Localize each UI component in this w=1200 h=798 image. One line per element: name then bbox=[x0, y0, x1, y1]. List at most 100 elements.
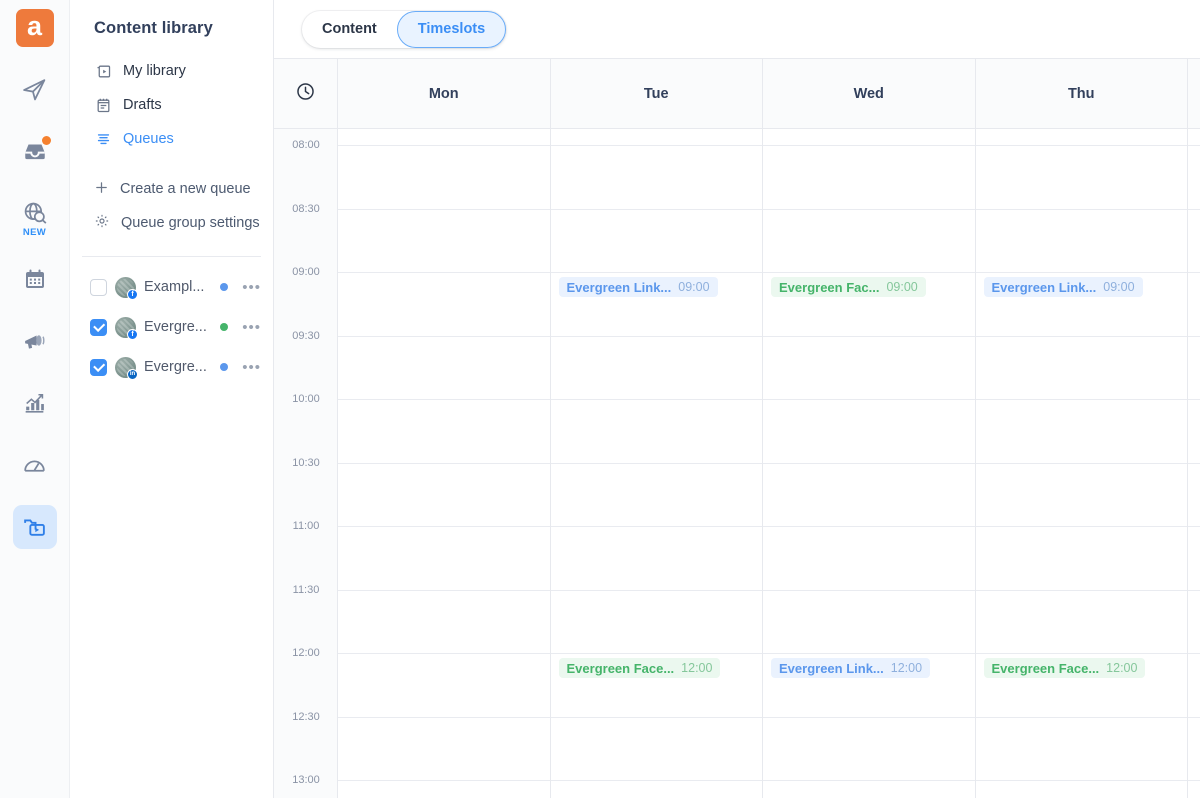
rail-item-calendar[interactable] bbox=[13, 257, 57, 301]
toolbar: Content Timeslots bbox=[274, 0, 1200, 58]
queue-checkbox[interactable] bbox=[90, 358, 107, 376]
time-tick: 11:30 bbox=[292, 583, 320, 596]
queue-list-item[interactable]: in Evergre... ••• bbox=[70, 347, 273, 387]
timeslot-calendar: 08:00 08:30 09:00 09:30 10:00 10:30 11:0… bbox=[274, 58, 1200, 798]
avatar: f bbox=[115, 316, 138, 340]
day-column-next-partial bbox=[1188, 59, 1200, 798]
content-library-icon bbox=[22, 515, 47, 540]
main-panel: Content Timeslots 08:00 08:30 09:00 09:3… bbox=[274, 0, 1200, 798]
timeslot-event[interactable]: Evergreen Link... 09:00 bbox=[558, 277, 718, 297]
page-title: Content library bbox=[94, 19, 213, 37]
timeslot-event[interactable]: Evergreen Fac... 09:00 bbox=[771, 277, 926, 297]
event-time: 09:00 bbox=[678, 280, 710, 294]
time-tick: 12:30 bbox=[292, 710, 320, 723]
event-title: Evergreen Link... bbox=[566, 279, 672, 295]
queue-checkbox[interactable] bbox=[90, 278, 107, 296]
rail-item-listening[interactable]: NEW bbox=[13, 191, 57, 238]
queue-checkbox[interactable] bbox=[90, 318, 107, 336]
bar-chart-icon bbox=[22, 391, 47, 416]
queue-name: Evergre... bbox=[144, 319, 207, 335]
sidebar-item-label: Drafts bbox=[123, 97, 162, 113]
event-time: 09:00 bbox=[1103, 280, 1135, 294]
rail-item-campaigns[interactable] bbox=[13, 319, 57, 363]
day-column-thu: Thu Evergreen Link... 09:00 Evergreen Fa… bbox=[975, 59, 1188, 798]
queue-more-menu-button[interactable]: ••• bbox=[236, 320, 261, 335]
avatar: f bbox=[115, 276, 138, 300]
timeslot-event[interactable]: Evergreen Link... 09:00 bbox=[983, 277, 1143, 297]
timeslot-event[interactable]: Evergreen Face... 12:00 bbox=[983, 658, 1146, 678]
timeslot-event[interactable]: Evergreen Link... 12:00 bbox=[771, 658, 931, 678]
day-header: Tue bbox=[550, 59, 762, 129]
event-title: Evergreen Face... bbox=[566, 660, 675, 676]
event-title: Evergreen Link... bbox=[779, 660, 884, 676]
time-tick: 13:00 bbox=[292, 774, 320, 786]
notepad-icon bbox=[94, 96, 112, 114]
time-gutter: 08:00 08:30 09:00 09:30 10:00 10:30 11:0… bbox=[274, 59, 338, 798]
tab-timeslots[interactable]: Timeslots bbox=[396, 10, 507, 48]
calendar-icon bbox=[23, 267, 47, 291]
avatar: in bbox=[115, 356, 138, 380]
linkedin-badge-icon: in bbox=[127, 368, 138, 380]
icon-rail: a NEW bbox=[0, 0, 70, 798]
app-logo[interactable]: a bbox=[15, 9, 54, 47]
day-header: Wed bbox=[763, 59, 975, 129]
queue-list: f Exampl... ••• f Evergre... ••• in Ever… bbox=[70, 257, 273, 387]
rail-item-content-library[interactable] bbox=[12, 505, 57, 549]
app-root: a NEW Content library My library Drafts … bbox=[0, 0, 1200, 798]
rail-item-inbox[interactable] bbox=[13, 129, 57, 173]
tab-content[interactable]: Content bbox=[302, 11, 397, 48]
queue-more-menu-button[interactable]: ••• bbox=[236, 360, 261, 375]
library-video-icon bbox=[94, 62, 112, 80]
event-title: Evergreen Face... bbox=[991, 660, 1100, 676]
megaphone-icon bbox=[22, 329, 47, 354]
day-header bbox=[1188, 59, 1200, 129]
queue-list-item[interactable]: f Exampl... ••• bbox=[70, 267, 273, 307]
status-dot bbox=[220, 283, 229, 291]
sidebar-item-drafts[interactable]: Drafts bbox=[70, 88, 273, 122]
timeslot-event[interactable]: Evergreen Face... 12:00 bbox=[558, 658, 721, 678]
day-header: Thu bbox=[975, 59, 1187, 129]
sidebar-item-queues[interactable]: Queues bbox=[70, 122, 273, 156]
event-time: 12:00 bbox=[1106, 661, 1138, 675]
queue-lines-icon bbox=[94, 130, 112, 148]
clock-icon bbox=[295, 81, 316, 107]
queue-group-settings-label: Queue group settings bbox=[121, 215, 260, 231]
globe-search-icon bbox=[22, 200, 48, 226]
inbox-unread-badge bbox=[41, 136, 51, 145]
facebook-badge-icon: f bbox=[127, 288, 138, 300]
gear-icon bbox=[94, 213, 110, 233]
create-new-queue-label: Create a new queue bbox=[120, 181, 251, 197]
rail-item-reports[interactable] bbox=[13, 381, 57, 425]
time-tick: 12:00 bbox=[292, 647, 320, 659]
speedometer-icon bbox=[22, 453, 47, 478]
app-logo-letter: a bbox=[26, 10, 43, 41]
content-library-sidebar: Content library My library Drafts Queues… bbox=[70, 0, 274, 798]
queue-group-settings-button[interactable]: Queue group settings bbox=[70, 206, 273, 240]
event-time: 09:00 bbox=[886, 280, 918, 294]
facebook-badge-icon: f bbox=[127, 328, 138, 340]
time-tick: 10:30 bbox=[292, 456, 320, 469]
time-tick: 08:00 bbox=[292, 139, 320, 151]
status-dot bbox=[220, 323, 229, 331]
sidebar-nav: My library Drafts Queues bbox=[70, 54, 273, 156]
queue-name: Exampl... bbox=[144, 279, 205, 295]
time-tick: 10:00 bbox=[292, 393, 320, 405]
time-tick: 11:00 bbox=[292, 520, 320, 532]
event-title: Evergreen Fac... bbox=[779, 279, 880, 295]
day-column-wed: Wed Evergreen Fac... 09:00 Evergreen Lin… bbox=[763, 59, 976, 798]
queue-more-menu-button[interactable]: ••• bbox=[236, 280, 261, 295]
queue-list-item[interactable]: f Evergre... ••• bbox=[70, 307, 273, 347]
create-new-queue-button[interactable]: Create a new queue bbox=[70, 172, 273, 206]
sidebar-item-my-library[interactable]: My library bbox=[70, 54, 273, 88]
rail-item-publish[interactable] bbox=[13, 67, 57, 111]
event-time: 12:00 bbox=[890, 661, 923, 675]
day-header: Mon bbox=[338, 59, 550, 129]
time-tick: 09:30 bbox=[292, 329, 320, 342]
event-title: Evergreen Link... bbox=[991, 279, 1097, 295]
queue-name: Evergre... bbox=[144, 359, 207, 375]
day-column-mon: Mon bbox=[338, 59, 551, 798]
status-dot bbox=[220, 363, 229, 371]
time-gutter-header bbox=[274, 59, 337, 129]
rail-item-monitoring[interactable] bbox=[13, 443, 57, 487]
day-columns: Mon Tue Evergreen Link... 09:00 Evergree… bbox=[338, 59, 1200, 798]
